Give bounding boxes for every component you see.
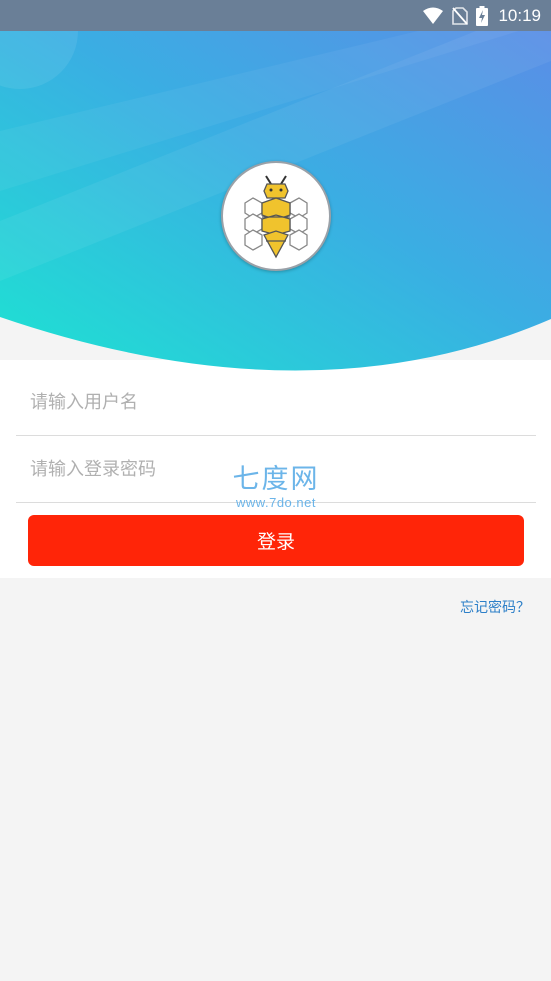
status-icons: 10:19	[422, 0, 541, 31]
forgot-password-link[interactable]: 忘记密码？	[460, 597, 530, 617]
password-field	[16, 435, 536, 503]
wifi-icon	[423, 7, 444, 24]
status-bar: 10:19	[0, 0, 551, 31]
username-input[interactable]	[28, 368, 532, 436]
login-screen: 10:19 请输入用户名 登录 忘记密码？ 七度网 www.7do.net	[0, 0, 551, 981]
header-banner	[0, 31, 551, 371]
no-sim-icon	[452, 6, 469, 25]
login-button[interactable]: 登录	[28, 515, 524, 566]
username-field	[16, 368, 536, 436]
app-logo	[221, 161, 331, 271]
battery-charging-icon	[476, 5, 489, 26]
password-input[interactable]	[28, 435, 532, 503]
status-time: 10:19	[498, 5, 541, 25]
bee-honeycomb-logo-icon	[244, 175, 308, 259]
